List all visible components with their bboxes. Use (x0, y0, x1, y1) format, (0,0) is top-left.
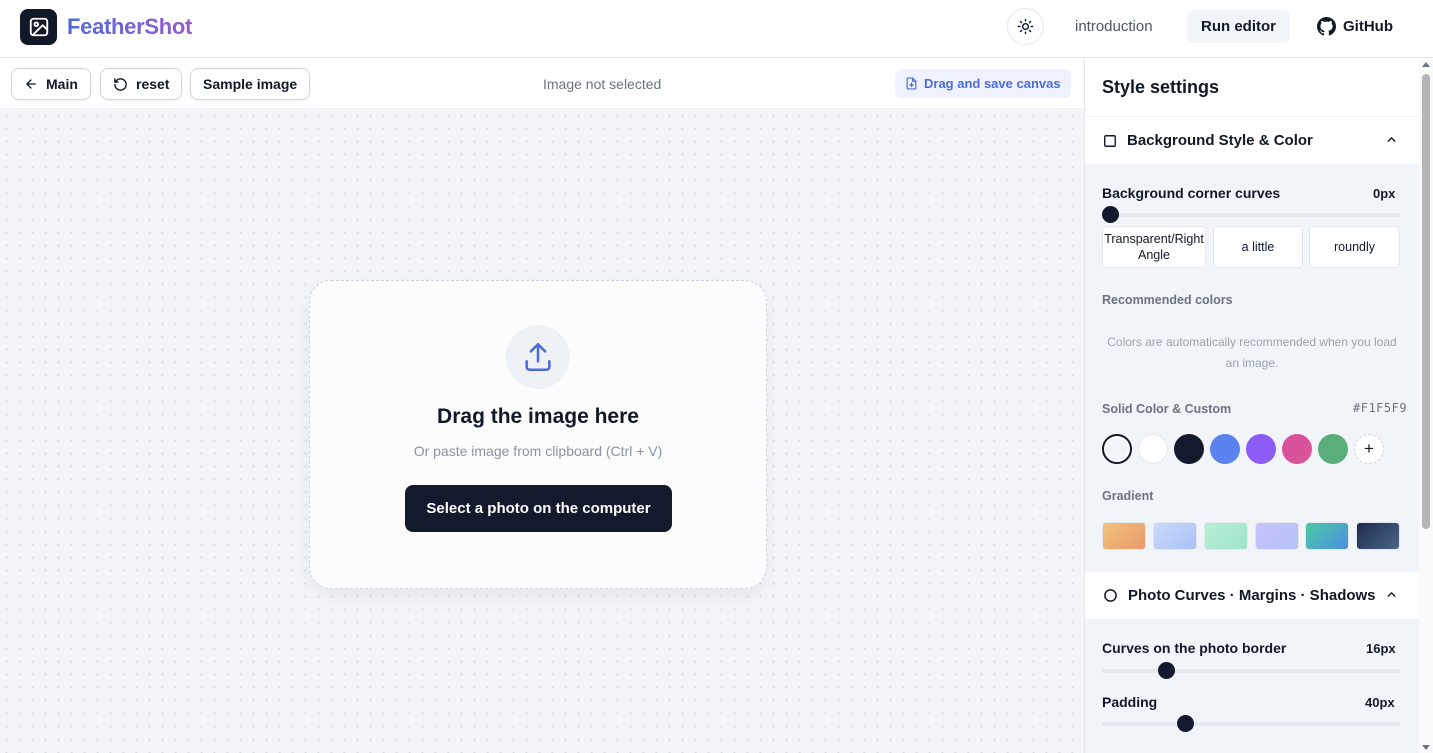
nav-run-editor[interactable]: Run editor (1187, 10, 1290, 43)
github-icon (1317, 17, 1336, 36)
gradient-swatch[interactable] (1153, 522, 1197, 550)
drag-save-canvas-label: Drag and save canvas (924, 76, 1061, 91)
background-section-title: Background Style & Color (1127, 132, 1313, 149)
canvas-toolbar: Main reset Sample image Image not select… (0, 59, 1084, 109)
gradient-swatch[interactable] (1204, 522, 1248, 550)
file-download-icon (906, 77, 917, 90)
preset-roundly[interactable]: roundly (1309, 226, 1400, 268)
drag-save-canvas-button[interactable]: Drag and save canvas (895, 69, 1071, 98)
style-settings-header: Style settings (1085, 59, 1420, 116)
gradient-swatch[interactable] (1255, 522, 1299, 550)
background-section-header[interactable]: Background Style & Color (1085, 117, 1420, 164)
add-color-button[interactable]: + (1354, 434, 1384, 464)
photo-curves-value: 16px (1366, 641, 1396, 656)
select-photo-button[interactable]: Select a photo on the computer (405, 485, 672, 532)
solid-color-hex: #F1F5F9 (1353, 401, 1408, 415)
main-button[interactable]: Main (11, 68, 91, 100)
image-status: Image not selected (543, 76, 662, 92)
padding-label: Padding (1102, 694, 1158, 710)
color-swatch[interactable] (1210, 434, 1240, 464)
editor-canvas[interactable]: Drag the image here Or paste image from … (0, 109, 1084, 753)
padding-slider-thumb[interactable] (1177, 715, 1194, 732)
color-swatch[interactable] (1138, 434, 1168, 464)
arrow-left-icon (26, 79, 36, 89)
bg-corner-label: Background corner curves (1102, 185, 1281, 201)
gradient-swatch[interactable] (1356, 522, 1400, 550)
dropzone-subtitle: Or paste image from clipboard (Ctrl + V) (413, 443, 663, 459)
github-label: GitHub (1343, 18, 1393, 35)
nav-github[interactable]: GitHub (1317, 10, 1393, 43)
recommended-colors-hint: Colors are automatically recommended whe… (1107, 335, 1397, 370)
style-settings-title: Style settings (1102, 77, 1220, 97)
bg-corner-slider[interactable] (1102, 206, 1400, 223)
main-button-label: Main (46, 76, 78, 92)
dropzone-title: Drag the image here (437, 405, 639, 428)
sun-icon (1017, 18, 1034, 35)
brand-name[interactable]: FeatherShot (67, 14, 192, 40)
rotate-ccw-icon (114, 77, 127, 91)
circle-icon (1104, 589, 1117, 602)
bg-corner-slider-thumb[interactable] (1102, 206, 1119, 223)
reset-button-label: reset (136, 76, 170, 92)
color-swatch[interactable] (1102, 434, 1132, 464)
style-settings-panel: Style settings Background Style & Color … (1084, 59, 1420, 753)
scroll-up-arrow[interactable] (1422, 62, 1430, 67)
photo-curves-slider[interactable] (1102, 662, 1400, 679)
color-swatch[interactable] (1282, 434, 1312, 464)
photo-curves-slider-thumb[interactable] (1158, 662, 1175, 679)
padding-value: 40px (1365, 695, 1395, 710)
sidebar-scrollbar[interactable] (1419, 59, 1433, 753)
logo-icon[interactable] (20, 9, 57, 45)
upload-icon-wrapper (506, 325, 570, 389)
solid-color-label: Solid Color & Custom (1102, 402, 1232, 416)
image-dropzone[interactable]: Drag the image here Or paste image from … (309, 280, 767, 589)
scroll-down-arrow[interactable] (1422, 745, 1430, 750)
sample-image-button[interactable]: Sample image (190, 68, 311, 100)
gradient-label: Gradient (1102, 489, 1154, 503)
theme-toggle-button[interactable] (1007, 8, 1044, 45)
photo-section-title: Photo Curves · Margins · Shadows (1128, 587, 1376, 604)
sample-image-label: Sample image (203, 76, 298, 92)
preset-a-little[interactable]: a little (1213, 226, 1303, 268)
recommended-colors-label: Recommended colors (1102, 293, 1233, 307)
color-swatch[interactable] (1174, 434, 1204, 464)
photo-section-header[interactable]: Photo Curves · Margins · Shadows (1085, 572, 1420, 619)
square-icon (1104, 134, 1116, 147)
padding-slider[interactable] (1102, 715, 1400, 732)
color-swatch[interactable] (1246, 434, 1276, 464)
bg-corner-value: 0px (1373, 186, 1396, 201)
scrollbar-thumb[interactable] (1422, 74, 1430, 529)
app-header: FeatherShot introduction Run editor GitH… (0, 0, 1433, 58)
gradient-swatch[interactable] (1305, 522, 1349, 550)
reset-button[interactable]: reset (100, 68, 183, 100)
upload-icon (525, 342, 551, 372)
preset-transparent-right-angle[interactable]: Transparent/Right Angle (1102, 226, 1206, 268)
chevron-up-icon[interactable] (1385, 133, 1398, 146)
photo-curves-label: Curves on the photo border (1102, 640, 1287, 656)
gradient-swatch[interactable] (1102, 522, 1146, 550)
color-swatch[interactable] (1318, 434, 1348, 464)
chevron-up-icon[interactable] (1385, 588, 1398, 601)
nav-introduction[interactable]: introduction (1075, 18, 1153, 35)
